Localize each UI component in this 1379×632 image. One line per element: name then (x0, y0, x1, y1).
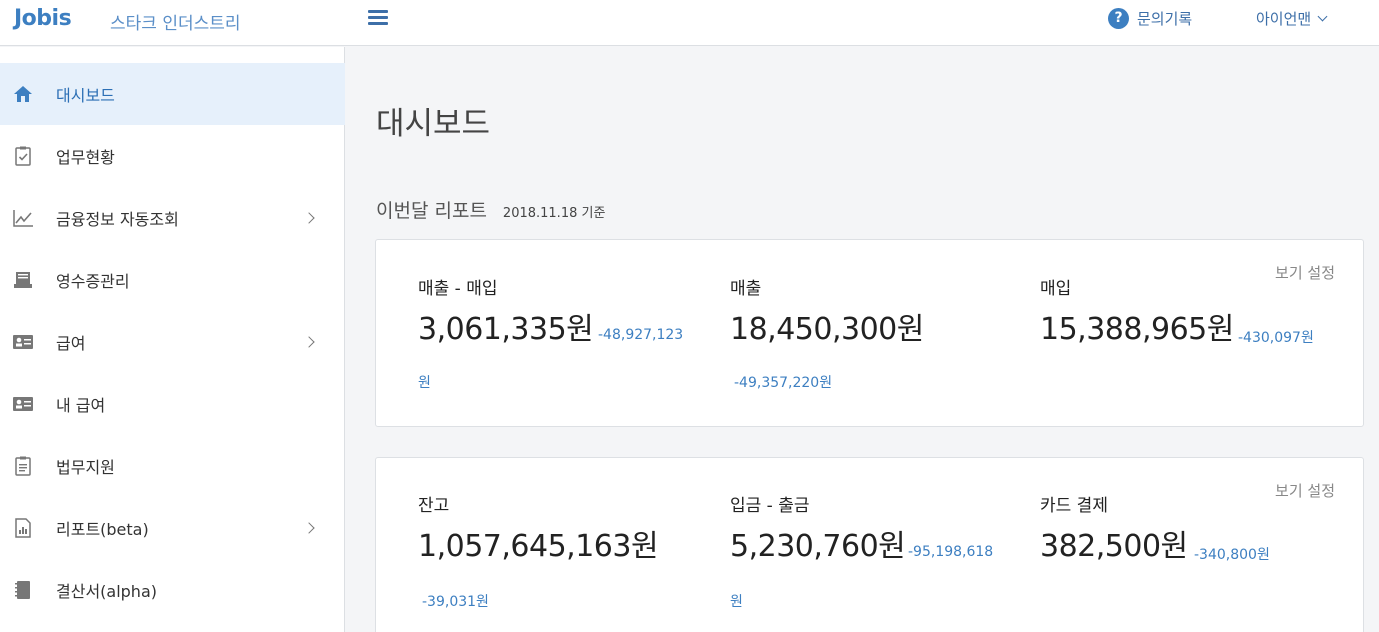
sidebar-item-label: 금융정보 자동조회 (56, 210, 179, 229)
receipt-icon (12, 269, 34, 291)
stat-delta: -95,198,618 (908, 544, 994, 560)
top-bar: Jobis 스타크 인더스트리 ? 문의기록 아이언맨 (0, 0, 1379, 46)
stat-value: 18,450,300원 (730, 312, 924, 347)
sidebar-item-legal[interactable]: 법무지원 (0, 435, 345, 497)
id-card-icon (12, 393, 34, 415)
sidebar-item-label: 업무현황 (56, 148, 115, 167)
stat-value: 1,057,645,163원 (418, 529, 659, 564)
sidebar-item-dashboard[interactable]: 대시보드 (0, 63, 345, 125)
report-icon (12, 517, 34, 539)
sidebar-item-payroll[interactable]: 급여 (0, 311, 345, 373)
stat-delta: -39,031원 (422, 594, 489, 610)
sidebar-item-label: 영수증관리 (56, 272, 130, 291)
chevron-right-icon (303, 522, 315, 534)
sidebar-item-tasks[interactable]: 업무현황 (0, 125, 345, 187)
sidebar-item-label: 급여 (56, 334, 86, 353)
stat-value: 382,500원 (1040, 529, 1188, 564)
stat-delta: -48,927,123 (598, 327, 684, 343)
sidebar-item-label: 내 급여 (56, 396, 106, 415)
help-history-label: 문의기록 (1137, 10, 1193, 28)
report-date: 2018.11.18 기준 (502, 206, 606, 221)
report-card-balance: 보기 설정 잔고 1,057,645,163원 -39,031원 입금 - 출금… (375, 457, 1364, 632)
clipboard-check-icon (12, 145, 34, 167)
logo[interactable]: Jobis (14, 6, 72, 31)
stat-label: 입금 - 출금 (730, 496, 810, 516)
sidebar-item-report[interactable]: 리포트(beta) (0, 497, 345, 559)
sidebar-item-finance[interactable]: 금융정보 자동조회 (0, 187, 345, 249)
view-setting-link[interactable]: 보기 설정 (1275, 480, 1335, 501)
company-name: 스타크 인더스트리 (110, 14, 241, 34)
stat-value: 15,388,965원 (1040, 312, 1234, 347)
sidebar-item-label: 대시보드 (56, 86, 115, 105)
stat-delta: -340,800원 (1194, 547, 1270, 563)
chevron-right-icon (303, 336, 315, 348)
stat-label: 매입 (1040, 279, 1072, 299)
line-chart-icon (12, 207, 34, 229)
sidebar-item-receipts[interactable]: 영수증관리 (0, 249, 345, 311)
report-card-sales: 보기 설정 매출 - 매입 3,061,335원 -48,927,123 원 매… (375, 239, 1364, 427)
stat-value: 3,061,335원 (418, 312, 594, 347)
stat-label: 매출 - 매입 (418, 279, 498, 299)
home-icon (12, 83, 34, 105)
stat-delta: -49,357,220원 (734, 375, 833, 391)
page-title: 대시보드 (376, 106, 491, 142)
sidebar-item-label: 결산서(alpha) (56, 582, 157, 601)
help-history-link[interactable]: ? 문의기록 (1108, 8, 1192, 29)
report-header: 이번달 리포트 2018.11.18 기준 (376, 196, 605, 223)
id-card-icon (12, 331, 34, 353)
chevron-down-icon (1317, 11, 1328, 22)
stat-label: 잔고 (418, 496, 450, 516)
menu-toggle-icon[interactable] (368, 10, 388, 28)
stat-delta-unit: 원 (730, 594, 743, 610)
sidebar-item-label: 법무지원 (56, 458, 115, 477)
user-name: 아이언맨 (1256, 10, 1312, 28)
stat-label: 카드 결제 (1040, 496, 1108, 516)
question-icon: ? (1108, 8, 1129, 29)
sidebar-item-label: 리포트(beta) (56, 520, 149, 539)
chevron-right-icon (303, 212, 315, 224)
stat-delta-unit: 원 (418, 375, 431, 391)
sidebar: 대시보드 업무현황 금융정보 자동조회 영수증관리 급여 내 급여 법무지원 리… (0, 47, 345, 632)
view-setting-link[interactable]: 보기 설정 (1275, 262, 1335, 283)
user-menu[interactable]: 아이언맨 (1256, 8, 1328, 29)
sidebar-item-settlement[interactable]: 결산서(alpha) (0, 559, 345, 621)
stat-delta: -430,097원 (1238, 330, 1314, 346)
sidebar-item-my-payroll[interactable]: 내 급여 (0, 373, 345, 435)
stat-label: 매출 (730, 279, 762, 299)
report-title: 이번달 리포트 (376, 200, 487, 222)
book-icon (12, 579, 34, 601)
stat-value: 5,230,760원 (730, 529, 906, 564)
clipboard-icon (12, 455, 34, 477)
